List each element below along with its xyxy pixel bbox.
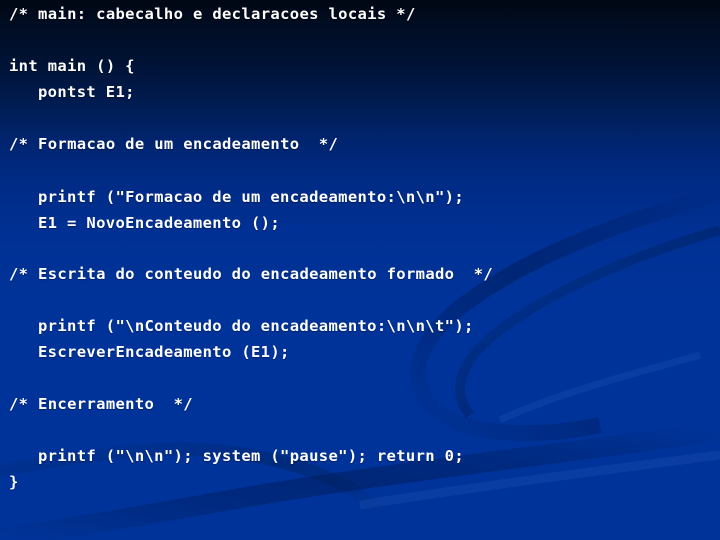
code-line: /* Escrita do conteudo do encadeamento f… [9,265,494,283]
slide-canvas: /* main: cabecalho e declaracoes locais … [0,0,720,540]
code-line: /* Formacao de um encadeamento */ [9,135,339,153]
code-line: printf ("\n\n"); system ("pause"); retur… [38,447,464,465]
code-line: /* main: cabecalho e declaracoes locais … [9,5,416,23]
code-line: EscreverEncadeamento (E1); [38,343,290,361]
code-line: E1 = NovoEncadeamento (); [38,214,281,232]
code-line: printf ("\nConteudo do encadeamento:\n\n… [38,317,474,335]
code-line: } [9,473,19,491]
code-line: /* Encerramento */ [9,395,193,413]
code-line: pontst E1; [38,83,135,101]
code-listing: /* main: cabecalho e declaracoes locais … [0,0,720,540]
code-line: int main () { [9,57,135,75]
code-line: printf ("Formacao de um encadeamento:\n\… [38,188,464,206]
